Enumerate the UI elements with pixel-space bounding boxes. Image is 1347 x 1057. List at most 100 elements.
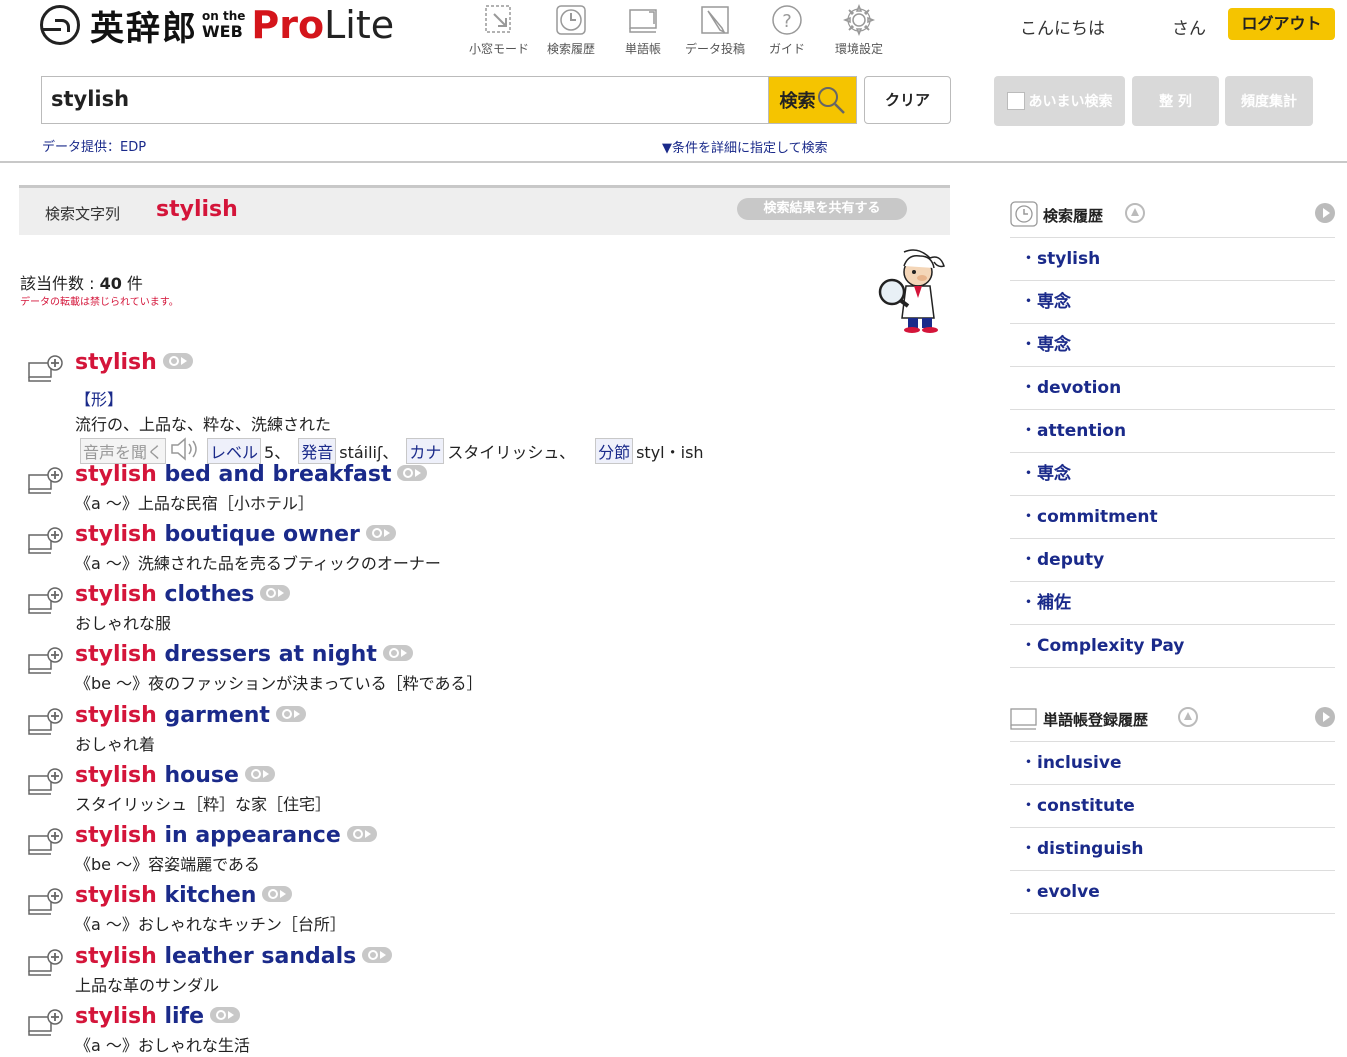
bullet: ・ [1020, 796, 1037, 816]
arrow-right-icon[interactable] [1315, 203, 1335, 223]
history-item[interactable]: ・stylish [1010, 238, 1335, 281]
history-item[interactable]: ・Complexity Pay [1010, 625, 1335, 668]
entry-definition: スタイリッシュ［粋］な家［住宅］ [75, 795, 332, 814]
add-to-wordbook-icon[interactable] [28, 647, 63, 675]
tool-settings[interactable]: 環境設定 [823, 4, 895, 57]
share-results-button[interactable]: 検索結果を共有する [737, 198, 907, 220]
frequency-button[interactable]: 頻度集計 [1225, 76, 1313, 126]
entry-headword[interactable]: stylish boutique owner [75, 522, 396, 547]
history-item[interactable]: ・専念 [1010, 453, 1335, 496]
history-item[interactable]: ・専念 [1010, 281, 1335, 324]
entry-definition: 《a ～》上品な民宿［小ホテル］ [75, 494, 314, 513]
tool-popup-mode[interactable]: 小窓モード [463, 4, 535, 57]
history-item[interactable]: ・devotion [1010, 367, 1335, 410]
count-value: 40 [99, 274, 122, 293]
tool-guide[interactable]: ? ガイド [751, 4, 823, 57]
headword-rest: clothes [156, 582, 255, 607]
bullet: ・ [1020, 593, 1037, 613]
entry-headword[interactable]: stylish clothes [75, 582, 291, 607]
entry-headword[interactable]: stylish life [75, 1004, 241, 1029]
add-to-wordbook-icon[interactable] [28, 355, 63, 383]
add-to-wordbook-icon[interactable] [28, 888, 63, 916]
headword-keyword: stylish [75, 350, 157, 375]
entry-headword[interactable]: stylish house [75, 763, 275, 788]
headword-rest: boutique owner [156, 522, 360, 547]
level-tag: レベル [207, 438, 262, 464]
entry-definition: おしゃれな服 [75, 614, 172, 633]
add-to-wordbook-icon[interactable] [28, 1009, 63, 1037]
site-logo[interactable]: 英辞郎 on the WEB Pro Lite [40, 2, 394, 49]
wordbook-item[interactable]: ・constitute [1010, 785, 1335, 828]
add-to-wordbook-icon[interactable] [28, 527, 63, 555]
logout-button[interactable]: ログアウト [1228, 8, 1335, 40]
lookup-icon[interactable] [162, 353, 193, 369]
entry-headword[interactable]: stylish [75, 350, 193, 375]
wordbook-title: 単語帳登録履歴 [1043, 711, 1149, 729]
logo-web: WEB [202, 22, 243, 41]
syllable-tag: 分節 [595, 438, 634, 464]
logo-brand: 英辞郎 [90, 8, 198, 49]
wordbook-item-label: inclusive [1037, 753, 1122, 773]
logo-pro: Pro [251, 3, 325, 47]
lookup-icon[interactable] [210, 1007, 241, 1023]
add-to-wordbook-icon[interactable] [28, 467, 63, 495]
entry-definition: 《be ～》夜のファッションが決まっている［粋である］ [75, 674, 483, 693]
add-to-wordbook-icon[interactable] [28, 587, 63, 615]
wordbook-item[interactable]: ・distinguish [1010, 828, 1335, 871]
advanced-search-link[interactable]: ▼条件を詳細に指定して検索 [662, 137, 828, 156]
add-to-wordbook-icon[interactable] [28, 768, 63, 796]
tool-label: 小窓モード [468, 42, 529, 56]
tool-wordbook[interactable]: 単語帳 [607, 4, 679, 57]
tool-search-history[interactable]: 検索履歴 [535, 4, 607, 57]
history-item[interactable]: ・専念 [1010, 324, 1335, 367]
headword-rest: in appearance [156, 823, 341, 848]
collapse-icon[interactable] [1178, 707, 1198, 727]
pen-icon [699, 4, 731, 36]
add-to-wordbook-icon[interactable] [28, 828, 63, 856]
add-to-wordbook-icon[interactable] [28, 949, 63, 977]
entry-headword[interactable]: stylish in appearance [75, 823, 377, 848]
entry-headword[interactable]: stylish garment [75, 703, 306, 728]
tool-data-post[interactable]: データ投稿 [679, 4, 751, 57]
history-item[interactable]: ・補佐 [1010, 582, 1335, 625]
wordbook-header: 単語帳登録履歴 [1010, 697, 1335, 742]
bullet: ・ [1020, 378, 1037, 398]
headword-rest: bed and breakfast [156, 462, 392, 487]
entry-headword[interactable]: stylish leather sandals [75, 944, 393, 969]
sort-button[interactable]: 整 列 [1132, 76, 1219, 126]
listen-audio-button[interactable]: 音声を聞く [80, 438, 167, 464]
lookup-icon[interactable] [244, 766, 275, 782]
lookup-icon[interactable] [365, 525, 396, 541]
wordbook-item[interactable]: ・inclusive [1010, 742, 1335, 785]
fuzzy-search-toggle[interactable]: あいまい検索 [994, 76, 1125, 126]
lookup-icon[interactable] [275, 706, 306, 722]
search-input[interactable]: stylish [41, 76, 768, 124]
checkbox-icon [1006, 92, 1025, 110]
entry-headword[interactable]: stylish kitchen [75, 883, 293, 908]
entry-headword[interactable]: stylish dressers at night [75, 642, 413, 667]
lookup-icon[interactable] [362, 947, 393, 963]
search-button[interactable]: 検索 [768, 76, 857, 124]
lookup-icon[interactable] [260, 585, 291, 601]
arrow-right-icon[interactable] [1315, 707, 1335, 727]
logo-on-the-web: on the WEB [202, 10, 245, 41]
tool-label: ガイド [768, 42, 805, 56]
lookup-icon[interactable] [262, 886, 293, 902]
entry-headword[interactable]: stylish bed and breakfast [75, 462, 428, 487]
history-item[interactable]: ・deputy [1010, 539, 1335, 582]
wordbook-icon [1010, 708, 1037, 730]
lookup-icon[interactable] [346, 826, 377, 842]
lookup-icon[interactable] [382, 645, 413, 661]
add-to-wordbook-icon[interactable] [28, 708, 63, 736]
wordbook-item[interactable]: ・evolve [1010, 871, 1335, 914]
tool-label: 単語帳 [624, 42, 661, 56]
bullet: ・ [1020, 753, 1037, 773]
clear-button[interactable]: クリア [864, 76, 951, 124]
collapse-icon[interactable] [1125, 203, 1145, 223]
entry-definition: 《be ～》容姿端麗である [75, 855, 260, 874]
history-item[interactable]: ・commitment [1010, 496, 1335, 539]
lookup-icon[interactable] [397, 465, 428, 481]
history-title: 検索履歴 [1043, 207, 1104, 225]
history-item[interactable]: ・attention [1010, 410, 1335, 453]
data-provider: データ提供：EDP [42, 140, 147, 155]
